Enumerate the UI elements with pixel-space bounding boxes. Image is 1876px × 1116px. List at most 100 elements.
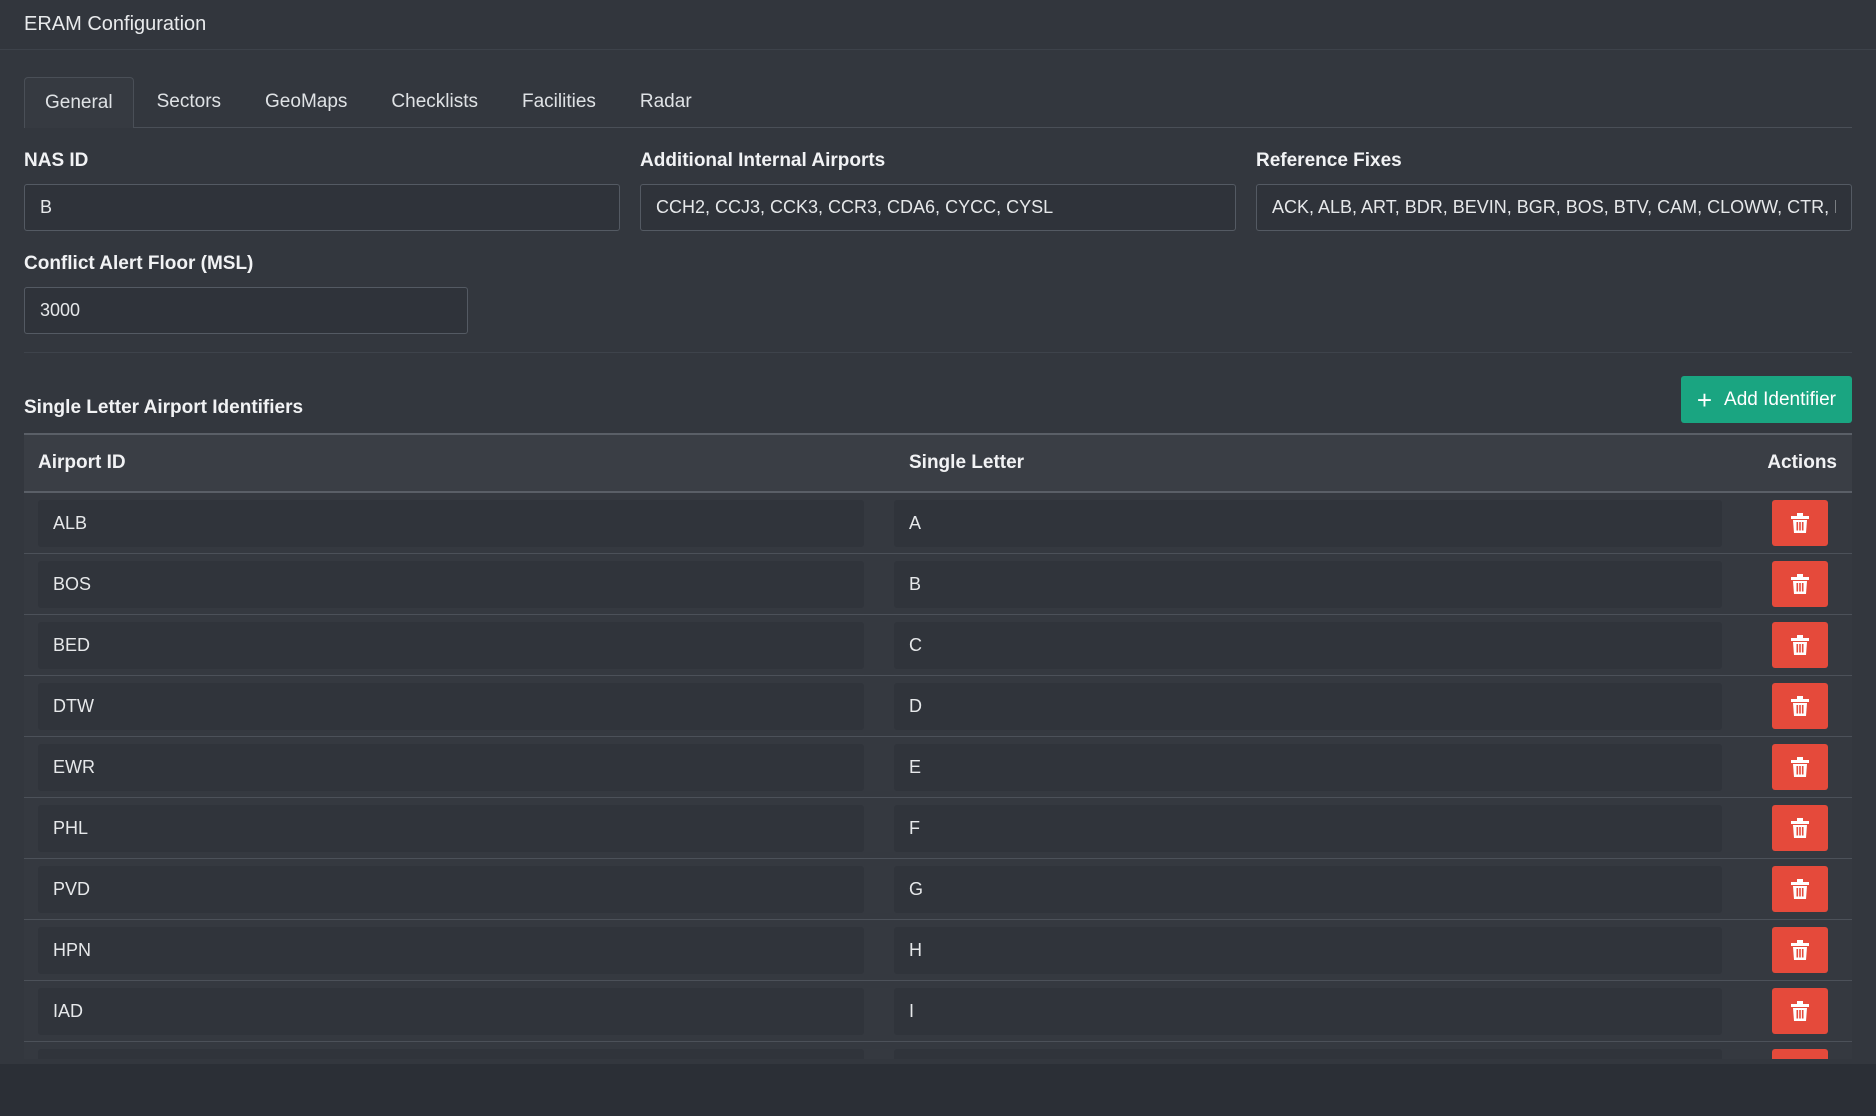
nas-id-group: NAS ID [24,150,620,231]
letter-cell [894,804,1752,852]
actions-cell [1752,1049,1852,1059]
identifiers-table: Airport ID Single Letter Actions [24,433,1852,1059]
single-letter-input[interactable] [894,987,1722,1035]
delete-identifier-button[interactable] [1772,561,1828,607]
delete-identifier-button[interactable] [1772,1049,1828,1059]
delete-identifier-button[interactable] [1772,805,1828,851]
airport-cell [24,560,894,608]
delete-identifier-button[interactable] [1772,500,1828,546]
conflict-floor-label: Conflict Alert Floor (MSL) [24,253,254,274]
internal-airports-input[interactable] [640,184,1236,231]
airport-id-input[interactable] [38,621,864,669]
tab-general[interactable]: General [24,77,134,128]
single-letter-input[interactable] [894,926,1722,974]
tab-facilities[interactable]: Facilities [501,76,617,127]
letter-cell [894,560,1752,608]
airport-cell [24,499,894,547]
reference-fixes-input[interactable] [1256,184,1852,231]
column-actions: Actions [1767,452,1837,473]
conflict-floor-row: Conflict Alert Floor (MSL) [24,253,1852,334]
letter-cell [894,499,1752,547]
letter-cell [894,865,1752,913]
identifiers-header: Single Letter Airport Identifiers + Add … [24,375,1852,423]
conflict-floor-group: Conflict Alert Floor (MSL) [24,253,468,334]
single-letter-input[interactable] [894,499,1722,547]
trash-icon [1791,635,1809,655]
actions-cell [1752,988,1852,1034]
section-divider [24,352,1852,353]
nas-id-label: NAS ID [24,150,89,171]
trash-icon [1791,757,1809,777]
actions-cell [1752,500,1852,546]
plus-icon: + [1696,384,1713,415]
single-letter-input[interactable] [894,743,1722,791]
table-row [24,554,1852,615]
tab-sectors[interactable]: Sectors [136,76,242,127]
actions-cell [1752,927,1852,973]
tab-radar[interactable]: Radar [619,76,713,127]
table-row [24,676,1852,737]
reference-fixes-label: Reference Fixes [1256,150,1402,171]
footer-strip [0,1064,1876,1090]
table-row [24,798,1852,859]
table-header: Airport ID Single Letter Actions [24,435,1852,493]
airport-id-input[interactable] [38,682,864,730]
conflict-floor-input[interactable] [24,287,468,334]
single-letter-input[interactable] [894,804,1722,852]
airport-cell [24,743,894,791]
airport-cell [24,926,894,974]
column-airport-id: Airport ID [38,452,126,473]
airport-id-input[interactable] [38,499,864,547]
delete-identifier-button[interactable] [1772,988,1828,1034]
single-letter-input[interactable] [894,682,1722,730]
single-letter-input[interactable] [894,865,1722,913]
column-single-letter: Single Letter [909,452,1025,473]
identifiers-title: Single Letter Airport Identifiers [24,397,304,418]
letter-cell [894,682,1752,730]
internal-airports-group: Additional Internal Airports [640,150,1236,231]
actions-cell [1752,744,1852,790]
delete-identifier-button[interactable] [1772,927,1828,973]
app-header: ERAM Configuration [0,0,1876,50]
single-letter-input[interactable] [894,1048,1722,1059]
airport-cell [24,1048,894,1059]
airport-cell [24,621,894,669]
airport-id-input[interactable] [38,987,864,1035]
trash-icon [1791,513,1809,533]
airport-id-input[interactable] [38,1048,864,1059]
table-row [24,737,1852,798]
airport-id-input[interactable] [38,804,864,852]
trash-icon [1791,696,1809,716]
tab-geomaps[interactable]: GeoMaps [244,76,368,127]
airport-id-input[interactable] [38,926,864,974]
delete-identifier-button[interactable] [1772,744,1828,790]
tab-checklists[interactable]: Checklists [370,76,499,127]
add-identifier-label: Add Identifier [1724,388,1836,410]
airport-id-input[interactable] [38,865,864,913]
letter-cell [894,621,1752,669]
table-body[interactable] [24,493,1852,1059]
reference-fixes-group: Reference Fixes [1256,150,1852,231]
airport-id-input[interactable] [38,743,864,791]
trash-icon [1791,940,1809,960]
letter-cell [894,987,1752,1035]
single-letter-input[interactable] [894,560,1722,608]
single-letter-input[interactable] [894,621,1722,669]
airport-id-input[interactable] [38,560,864,608]
actions-cell [1752,683,1852,729]
delete-identifier-button[interactable] [1772,622,1828,668]
internal-airports-label: Additional Internal Airports [640,150,886,171]
trash-icon [1791,818,1809,838]
actions-cell [1752,805,1852,851]
table-row [24,920,1852,981]
letter-cell [894,926,1752,974]
delete-identifier-button[interactable] [1772,683,1828,729]
table-row [24,493,1852,554]
delete-identifier-button[interactable] [1772,866,1828,912]
actions-cell [1752,866,1852,912]
airport-cell [24,804,894,852]
table-row [24,1042,1852,1059]
add-identifier-button[interactable]: + Add Identifier [1680,376,1852,423]
nas-id-input[interactable] [24,184,620,231]
letter-cell [894,1048,1752,1059]
